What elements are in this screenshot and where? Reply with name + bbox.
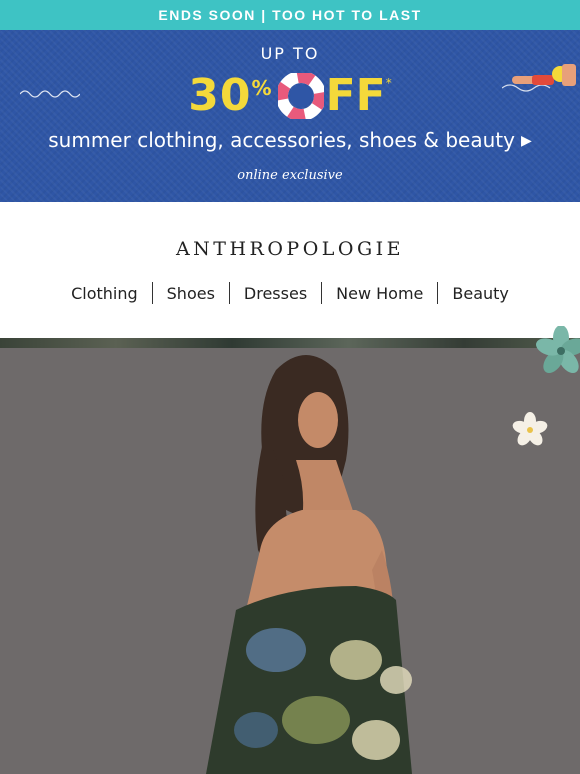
nav-new-home[interactable]: New Home bbox=[322, 284, 437, 303]
play-arrow-icon: ▶ bbox=[520, 133, 532, 149]
category-nav: Clothing Shoes Dresses New Home Beauty bbox=[0, 282, 580, 304]
promo-headline: 30 % FF * bbox=[0, 70, 580, 121]
nav-shoes[interactable]: Shoes bbox=[153, 284, 229, 303]
discount-asterisk: * bbox=[385, 76, 392, 90]
hero-floral-strip bbox=[0, 338, 580, 348]
life-ring-icon bbox=[277, 72, 324, 119]
nav-dresses[interactable]: Dresses bbox=[230, 284, 321, 303]
promo-subline-text: summer clothing, accessories, shoes & be… bbox=[48, 128, 515, 152]
discount-number: 30 bbox=[188, 70, 252, 121]
promo-banner[interactable]: UP TO 30 % FF * summer clothing, accesso… bbox=[0, 30, 580, 202]
teal-flower-icon bbox=[536, 326, 580, 374]
nav-clothing[interactable]: Clothing bbox=[57, 284, 152, 303]
model-figure bbox=[206, 355, 412, 774]
brand-header: ANTHROPOLOGIE Clothing Shoes Dresses New… bbox=[0, 202, 580, 338]
promo-subline[interactable]: summer clothing, accessories, shoes & be… bbox=[0, 128, 580, 152]
white-flower-icon bbox=[512, 412, 548, 446]
nav-beauty[interactable]: Beauty bbox=[438, 284, 523, 303]
promo-exclusive-note: online exclusive bbox=[237, 168, 343, 183]
promo-up-to: UP TO bbox=[260, 44, 320, 63]
discount-percent: % bbox=[251, 76, 272, 100]
promo-top-banner-text: ENDS SOON | TOO HOT TO LAST bbox=[158, 7, 422, 23]
discount-off: FF bbox=[325, 70, 386, 121]
promo-top-banner[interactable]: ENDS SOON | TOO HOT TO LAST bbox=[0, 0, 580, 30]
brand-logo[interactable]: ANTHROPOLOGIE bbox=[0, 202, 580, 260]
hero-image[interactable] bbox=[0, 338, 580, 774]
